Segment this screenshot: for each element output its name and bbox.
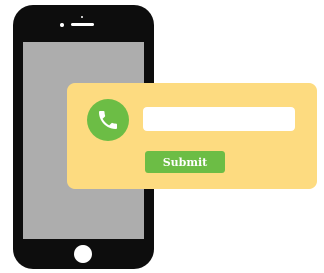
phone-number-input[interactable] xyxy=(143,107,295,131)
submit-button[interactable]: Submit xyxy=(145,151,225,173)
phone-sensor xyxy=(81,16,83,18)
phone-handset-icon xyxy=(99,111,117,129)
phone-camera xyxy=(60,23,64,27)
phone-home-button xyxy=(74,245,92,263)
phone-speaker xyxy=(71,23,94,26)
callback-form-card: Submit xyxy=(67,83,317,189)
call-badge xyxy=(87,99,129,141)
